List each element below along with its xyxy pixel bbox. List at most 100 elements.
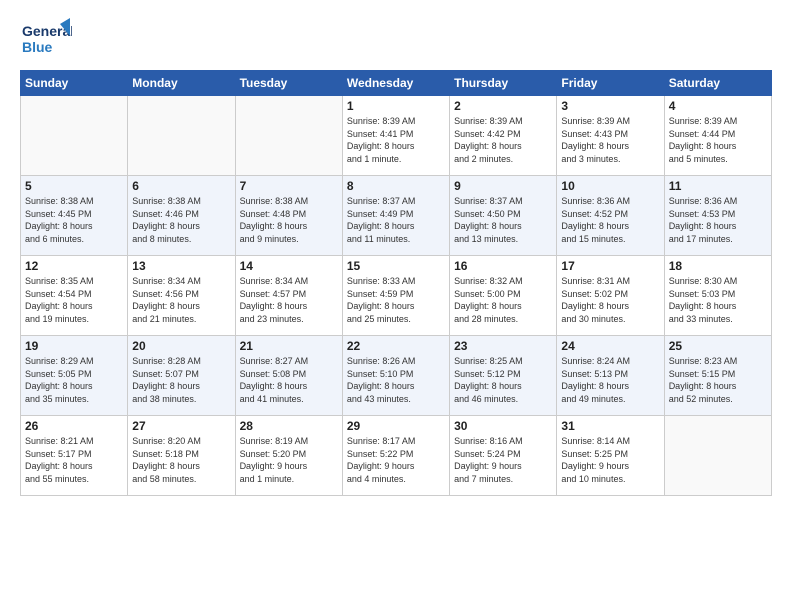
day-detail: Sunrise: 8:34 AM Sunset: 4:56 PM Dayligh… [132,275,230,325]
day-number: 18 [669,259,767,273]
day-number: 10 [561,179,659,193]
weekday-header-saturday: Saturday [664,71,771,96]
calendar-cell: 11Sunrise: 8:36 AM Sunset: 4:53 PM Dayli… [664,176,771,256]
day-number: 14 [240,259,338,273]
calendar-cell: 24 Sunrise: 8:24 AM Sunset: 5:13 PM Dayli… [557,336,664,416]
calendar-cell: 4 Sunrise: 8:39 AM Sunset: 4:44 PM Daylig… [664,96,771,176]
calendar-table: SundayMondayTuesdayWednesdayThursdayFrid… [20,70,772,496]
day-detail: Sunrise: 8:24 AM Sunset: 5:13 PM Dayligh… [561,355,659,405]
day-detail: Sunrise: 8:31 AM Sunset: 5:02 PM Dayligh… [561,275,659,325]
calendar-cell: 15 Sunrise: 8:33 AM Sunset: 4:59 PM Dayli… [342,256,449,336]
calendar-cell: 25Sunrise: 8:23 AM Sunset: 5:15 PM Dayli… [664,336,771,416]
day-detail: Sunrise: 8:39 AM Sunset: 4:41 PM Dayligh… [347,115,445,165]
weekday-header-wednesday: Wednesday [342,71,449,96]
day-detail: Sunrise: 8:20 AM Sunset: 5:18 PM Dayligh… [132,435,230,485]
calendar-cell: 6Sunrise: 8:38 AM Sunset: 4:46 PM Daylig… [128,176,235,256]
page: GeneralBlue SundayMondayTuesdayWednesday… [0,0,792,506]
day-detail: Sunrise: 8:30 AM Sunset: 5:03 PM Dayligh… [669,275,767,325]
day-detail: Sunrise: 8:35 AM Sunset: 4:54 PM Dayligh… [25,275,123,325]
day-detail: Sunrise: 8:33 AM Sunset: 4:59 PM Dayligh… [347,275,445,325]
day-detail: Sunrise: 8:38 AM Sunset: 4:48 PM Dayligh… [240,195,338,245]
calendar-cell [235,96,342,176]
day-detail: Sunrise: 8:36 AM Sunset: 4:53 PM Dayligh… [669,195,767,245]
day-number: 28 [240,419,338,433]
calendar-week-3: 12 Sunrise: 8:35 AM Sunset: 4:54 PM Dayli… [21,256,772,336]
calendar-cell [21,96,128,176]
calendar-cell: 1Sunrise: 8:39 AM Sunset: 4:41 PM Daylig… [342,96,449,176]
weekday-header-monday: Monday [128,71,235,96]
calendar-cell: 13 Sunrise: 8:34 AM Sunset: 4:56 PM Dayli… [128,256,235,336]
day-number: 16 [454,259,552,273]
calendar-cell: 10 Sunrise: 8:36 AM Sunset: 4:52 PM Dayli… [557,176,664,256]
day-number: 29 [347,419,445,433]
day-detail: Sunrise: 8:17 AM Sunset: 5:22 PM Dayligh… [347,435,445,485]
day-number: 8 [347,179,445,193]
day-detail: Sunrise: 8:26 AM Sunset: 5:10 PM Dayligh… [347,355,445,405]
calendar-cell [128,96,235,176]
day-number: 13 [132,259,230,273]
weekday-header-row: SundayMondayTuesdayWednesdayThursdayFrid… [21,71,772,96]
calendar-cell: 18 Sunrise: 8:30 AM Sunset: 5:03 PM Dayli… [664,256,771,336]
day-number: 25 [669,339,767,353]
header: GeneralBlue [20,18,772,60]
calendar-cell: 12 Sunrise: 8:35 AM Sunset: 4:54 PM Dayli… [21,256,128,336]
calendar-cell: 29 Sunrise: 8:17 AM Sunset: 5:22 PM Dayli… [342,416,449,496]
day-number: 27 [132,419,230,433]
calendar-week-1: 1Sunrise: 8:39 AM Sunset: 4:41 PM Daylig… [21,96,772,176]
day-number: 7 [240,179,338,193]
day-number: 15 [347,259,445,273]
calendar-cell: 28 Sunrise: 8:19 AM Sunset: 5:20 PM Dayli… [235,416,342,496]
day-number: 2 [454,99,552,113]
day-number: 5 [25,179,123,193]
day-detail: Sunrise: 8:29 AM Sunset: 5:05 PM Dayligh… [25,355,123,405]
svg-text:Blue: Blue [22,39,53,55]
calendar-cell [664,416,771,496]
calendar-cell: 30 Sunrise: 8:16 AM Sunset: 5:24 PM Dayli… [450,416,557,496]
calendar-cell: 27 Sunrise: 8:20 AM Sunset: 5:18 PM Dayli… [128,416,235,496]
calendar-week-4: 19 Sunrise: 8:29 AM Sunset: 5:05 PM Dayli… [21,336,772,416]
day-number: 30 [454,419,552,433]
day-number: 23 [454,339,552,353]
calendar-cell: 14 Sunrise: 8:34 AM Sunset: 4:57 PM Dayli… [235,256,342,336]
day-detail: Sunrise: 8:21 AM Sunset: 5:17 PM Dayligh… [25,435,123,485]
calendar-cell: 17 Sunrise: 8:31 AM Sunset: 5:02 PM Dayli… [557,256,664,336]
day-detail: Sunrise: 8:37 AM Sunset: 4:50 PM Dayligh… [454,195,552,245]
logo-svg: GeneralBlue [20,18,72,60]
day-detail: Sunrise: 8:39 AM Sunset: 4:44 PM Dayligh… [669,115,767,165]
calendar-cell: 20Sunrise: 8:28 AM Sunset: 5:07 PM Dayli… [128,336,235,416]
day-detail: Sunrise: 8:28 AM Sunset: 5:07 PM Dayligh… [132,355,230,405]
weekday-header-friday: Friday [557,71,664,96]
day-number: 21 [240,339,338,353]
day-detail: Sunrise: 8:38 AM Sunset: 4:45 PM Dayligh… [25,195,123,245]
calendar-cell: 31 Sunrise: 8:14 AM Sunset: 5:25 PM Dayli… [557,416,664,496]
calendar-cell: 23Sunrise: 8:25 AM Sunset: 5:12 PM Dayli… [450,336,557,416]
day-number: 19 [25,339,123,353]
calendar-week-5: 26Sunrise: 8:21 AM Sunset: 5:17 PM Dayli… [21,416,772,496]
day-number: 12 [25,259,123,273]
calendar-cell: 3 Sunrise: 8:39 AM Sunset: 4:43 PM Daylig… [557,96,664,176]
calendar-cell: 5 Sunrise: 8:38 AM Sunset: 4:45 PM Daylig… [21,176,128,256]
logo: GeneralBlue [20,18,72,60]
calendar-cell: 9Sunrise: 8:37 AM Sunset: 4:50 PM Daylig… [450,176,557,256]
day-detail: Sunrise: 8:16 AM Sunset: 5:24 PM Dayligh… [454,435,552,485]
day-number: 4 [669,99,767,113]
day-detail: Sunrise: 8:32 AM Sunset: 5:00 PM Dayligh… [454,275,552,325]
weekday-header-tuesday: Tuesday [235,71,342,96]
calendar-cell: 19 Sunrise: 8:29 AM Sunset: 5:05 PM Dayli… [21,336,128,416]
calendar-cell: 7 Sunrise: 8:38 AM Sunset: 4:48 PM Daylig… [235,176,342,256]
day-number: 17 [561,259,659,273]
day-detail: Sunrise: 8:34 AM Sunset: 4:57 PM Dayligh… [240,275,338,325]
calendar-cell: 16 Sunrise: 8:32 AM Sunset: 5:00 PM Dayli… [450,256,557,336]
calendar-week-2: 5 Sunrise: 8:38 AM Sunset: 4:45 PM Daylig… [21,176,772,256]
day-number: 31 [561,419,659,433]
day-number: 3 [561,99,659,113]
day-detail: Sunrise: 8:36 AM Sunset: 4:52 PM Dayligh… [561,195,659,245]
calendar-cell: 2Sunrise: 8:39 AM Sunset: 4:42 PM Daylig… [450,96,557,176]
day-number: 24 [561,339,659,353]
day-detail: Sunrise: 8:19 AM Sunset: 5:20 PM Dayligh… [240,435,338,485]
day-detail: Sunrise: 8:39 AM Sunset: 4:43 PM Dayligh… [561,115,659,165]
day-detail: Sunrise: 8:14 AM Sunset: 5:25 PM Dayligh… [561,435,659,485]
day-detail: Sunrise: 8:37 AM Sunset: 4:49 PM Dayligh… [347,195,445,245]
calendar-cell: 21Sunrise: 8:27 AM Sunset: 5:08 PM Dayli… [235,336,342,416]
day-number: 22 [347,339,445,353]
